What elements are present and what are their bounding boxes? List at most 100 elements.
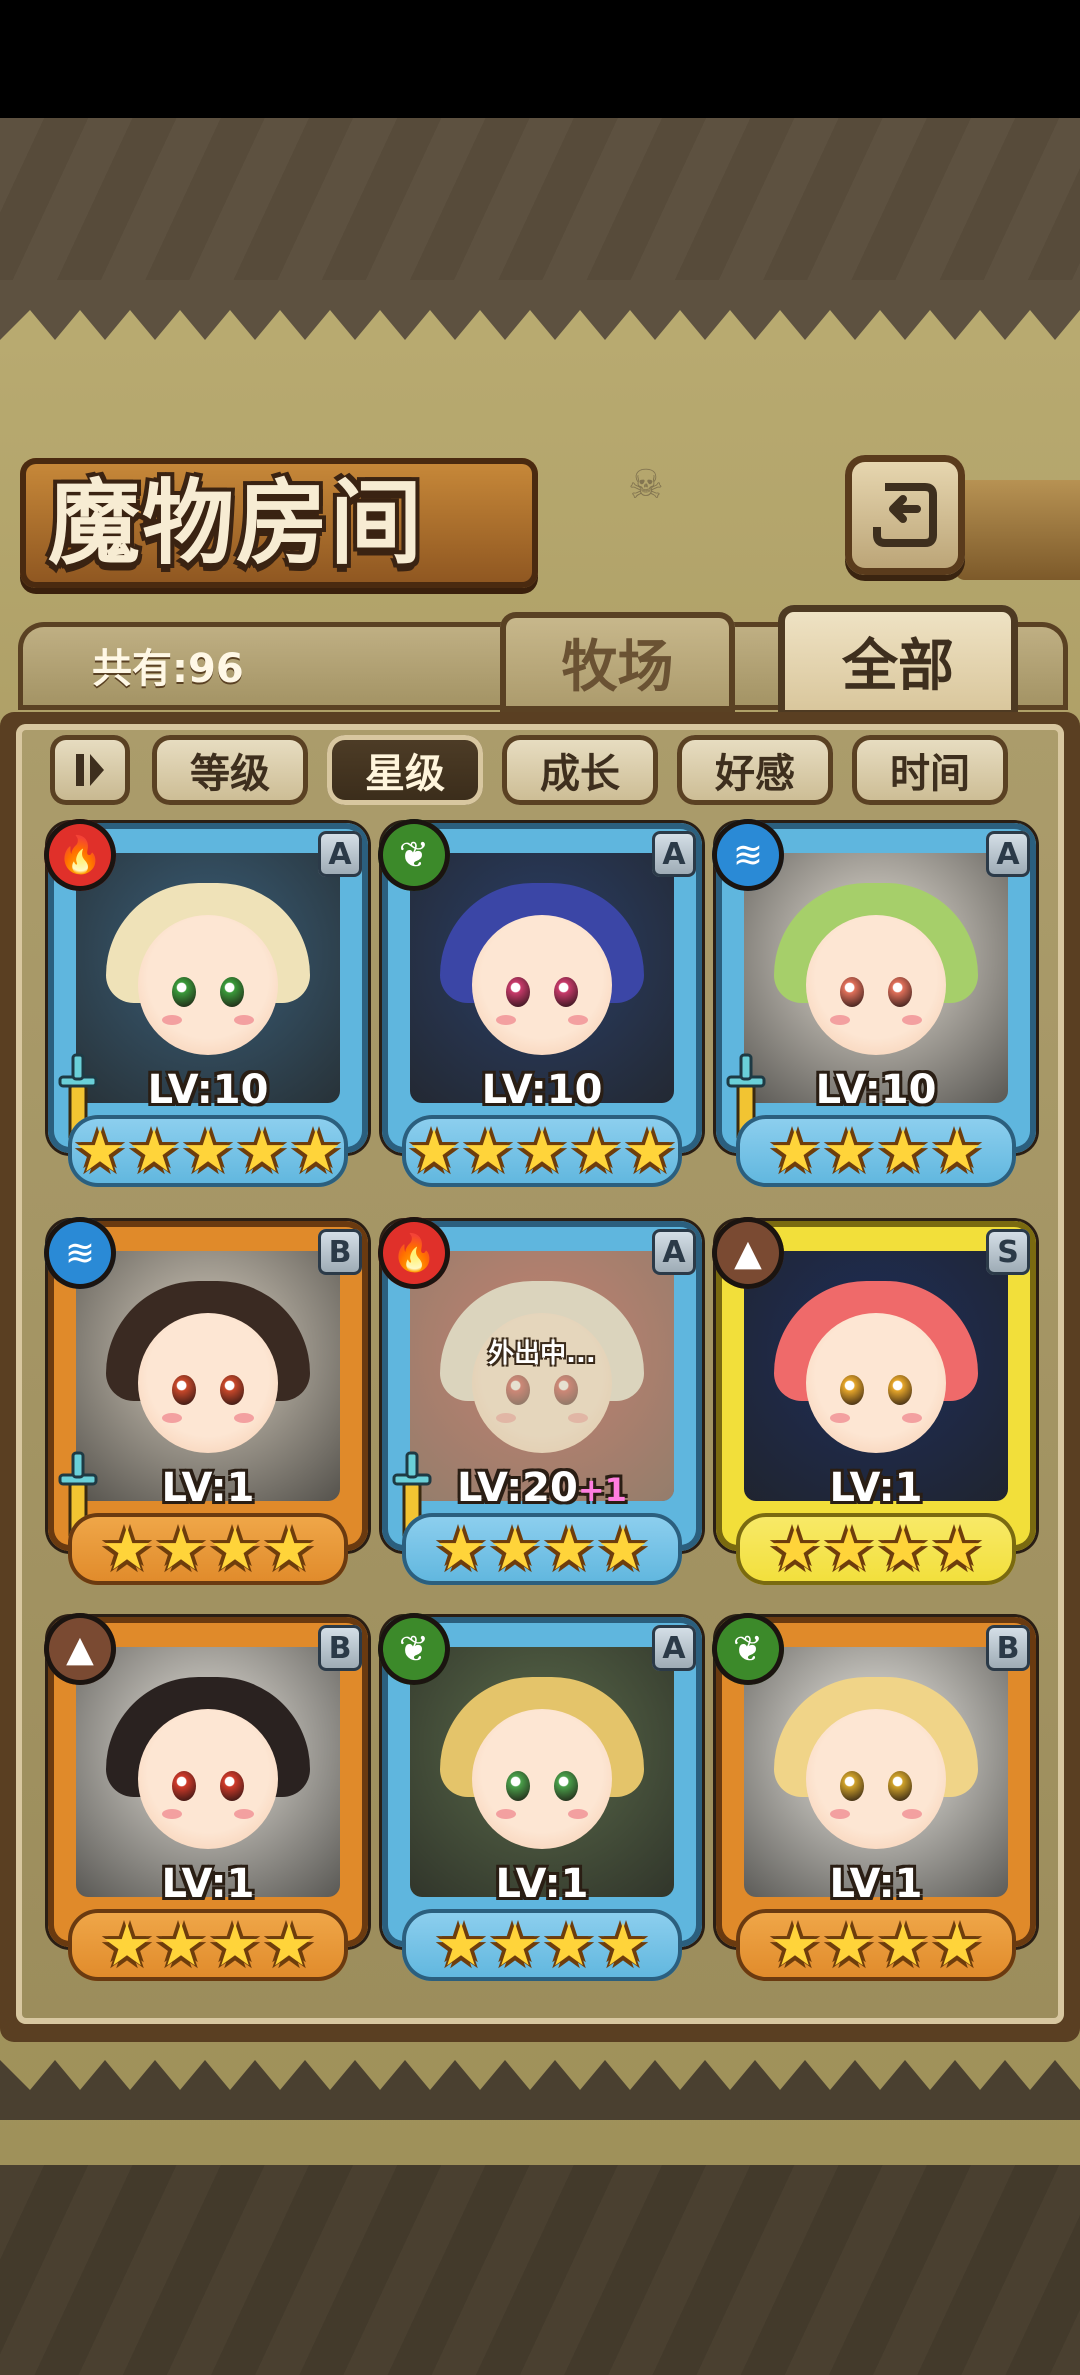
star-icon: ★ — [877, 1117, 929, 1185]
rarity-badge: A — [652, 1625, 696, 1671]
star-icon: ★ — [101, 1911, 153, 1979]
sort-time-button[interactable]: 时间 — [852, 735, 1008, 805]
star-icon: ★ — [290, 1117, 342, 1185]
star-icon: ★ — [128, 1117, 180, 1185]
monster-card[interactable]: ❦ A LV:10 ★ ★ ★ ★ ★ — [378, 819, 702, 1193]
monster-level: LV:1 — [716, 1861, 1036, 1907]
tab-all[interactable]: 全部 — [778, 605, 1018, 717]
monster-eye — [840, 1375, 864, 1405]
level-text: LV:1 — [829, 1861, 923, 1907]
monster-blush — [902, 1015, 922, 1025]
monster-portrait — [76, 1251, 340, 1501]
rarity-badge: A — [652, 831, 696, 877]
water-waves-icon: ≋ — [44, 1217, 116, 1289]
top-background — [0, 118, 1080, 288]
monster-card[interactable]: ❦ A LV:1 ★ ★ ★ ★ — [378, 1613, 702, 1987]
star-icon: ★ — [769, 1911, 821, 1979]
monster-blush — [830, 1809, 850, 1819]
monster-blush — [234, 1809, 254, 1819]
monster-portrait — [744, 1251, 1008, 1501]
star-icon: ★ — [209, 1911, 261, 1979]
monster-card[interactable]: 外出中... 🔥 A LV:20+1 ★ ★ ★ ★ — [378, 1217, 702, 1591]
star-icon: ★ — [624, 1117, 676, 1185]
monster-blush — [234, 1015, 254, 1025]
star-rating: ★ ★ ★ ★ — [736, 1513, 1016, 1585]
monster-blush — [830, 1413, 850, 1423]
star-icon: ★ — [408, 1117, 460, 1185]
star-rating: ★ ★ ★ ★ — [736, 1115, 1016, 1187]
sort-order-toggle-icon — [76, 754, 104, 786]
monster-level: LV:20+1 — [382, 1465, 702, 1511]
star-icon: ★ — [516, 1117, 568, 1185]
star-icon: ★ — [489, 1911, 541, 1979]
monster-eye — [220, 977, 244, 1007]
sort-star-button[interactable]: 星级 — [327, 735, 483, 805]
level-text: LV:10 — [147, 1067, 269, 1113]
monster-card[interactable]: ❦ B LV:1 ★ ★ ★ ★ — [712, 1613, 1036, 1987]
back-button-rail — [955, 480, 1080, 580]
star-icon: ★ — [931, 1911, 983, 1979]
monster-eye — [220, 1771, 244, 1801]
star-icon: ★ — [877, 1911, 929, 1979]
fire-icon: 🔥 — [44, 819, 116, 891]
tab-ranch[interactable]: 牧场 — [500, 612, 735, 712]
star-rating: ★ ★ ★ ★ — [402, 1513, 682, 1585]
monster-card[interactable]: ≋ A LV:10 ★ ★ ★ ★ — [712, 819, 1036, 1193]
monster-card[interactable]: 🔥 A LV:10 ★ ★ ★ ★ ★ — [44, 819, 368, 1193]
star-icon: ★ — [462, 1117, 514, 1185]
star-icon: ★ — [597, 1911, 649, 1979]
away-overlay — [410, 1251, 674, 1501]
monster-face — [806, 915, 946, 1055]
monster-eye — [506, 1771, 530, 1801]
monster-portrait — [76, 1647, 340, 1897]
star-icon: ★ — [597, 1515, 649, 1583]
mountain-icon: ▲ — [44, 1613, 116, 1685]
sort-growth-button[interactable]: 成长 — [502, 735, 658, 805]
monster-blush — [496, 1015, 516, 1025]
rarity-badge: B — [986, 1625, 1030, 1671]
star-icon: ★ — [489, 1515, 541, 1583]
monster-card[interactable]: ▲ B LV:1 ★ ★ ★ ★ — [44, 1613, 368, 1987]
monster-blush — [902, 1809, 922, 1819]
star-icon: ★ — [823, 1911, 875, 1979]
star-icon: ★ — [263, 1515, 315, 1583]
return-arrow-icon — [873, 483, 937, 547]
star-icon: ★ — [155, 1911, 207, 1979]
star-icon: ★ — [155, 1515, 207, 1583]
status-bar — [0, 0, 1080, 118]
leaf-icon: ❦ — [712, 1613, 784, 1685]
monster-card[interactable]: ≋ B LV:1 ★ ★ ★ ★ — [44, 1217, 368, 1591]
leaf-icon: ❦ — [378, 1613, 450, 1685]
mountain-icon: ▲ — [712, 1217, 784, 1289]
star-icon: ★ — [543, 1911, 595, 1979]
rarity-badge: A — [318, 831, 362, 877]
star-icon: ★ — [182, 1117, 234, 1185]
sort-affection-button[interactable]: 好感 — [677, 735, 833, 805]
level-text: LV:20 — [457, 1465, 578, 1511]
monster-blush — [568, 1809, 588, 1819]
star-icon: ★ — [931, 1515, 983, 1583]
water-waves-icon: ≋ — [712, 819, 784, 891]
back-button[interactable] — [845, 455, 965, 575]
level-text: LV:1 — [161, 1861, 255, 1907]
level-bonus: +1 — [577, 1471, 627, 1509]
monster-portrait — [744, 1647, 1008, 1897]
sort-order-toggle-button[interactable] — [50, 735, 130, 805]
level-text: LV:10 — [815, 1067, 937, 1113]
star-icon: ★ — [823, 1515, 875, 1583]
star-icon: ★ — [931, 1117, 983, 1185]
rarity-badge: A — [986, 831, 1030, 877]
monster-portrait — [76, 853, 340, 1103]
monster-level: LV:10 — [48, 1067, 368, 1113]
monster-count: 共有:96 — [92, 646, 244, 692]
monster-card[interactable]: ▲ S LV:1 ★ ★ ★ ★ — [712, 1217, 1036, 1591]
level-text: LV:1 — [495, 1861, 589, 1907]
torn-edge-bottom — [0, 2060, 1080, 2120]
monster-level: LV:1 — [716, 1465, 1036, 1511]
star-icon: ★ — [543, 1515, 595, 1583]
sort-level-button[interactable]: 等级 — [152, 735, 308, 805]
star-rating: ★ ★ ★ ★ — [736, 1909, 1016, 1981]
monster-eye — [172, 1771, 196, 1801]
monster-face — [806, 1313, 946, 1453]
monster-eye — [888, 1375, 912, 1405]
